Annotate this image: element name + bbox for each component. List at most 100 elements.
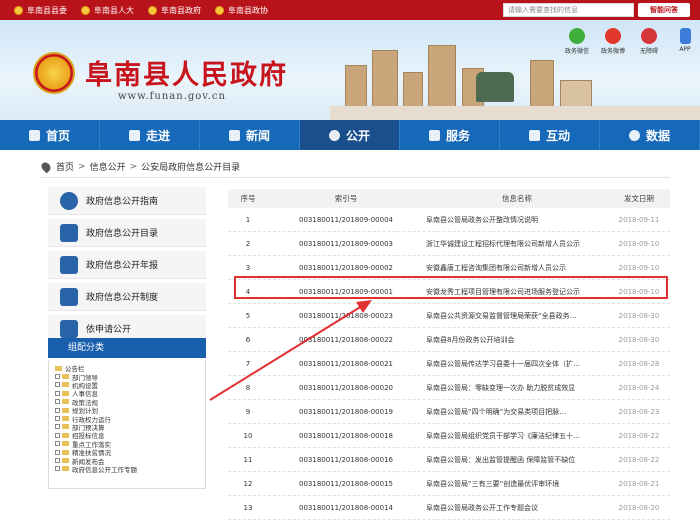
expand-icon[interactable] — [55, 407, 60, 413]
sidebar-item-regulations[interactable]: 政府信息公开制度 — [48, 283, 206, 311]
compass-icon — [60, 191, 78, 210]
search-input[interactable]: 请输入需要查找的信息 — [503, 3, 634, 17]
national-emblem-icon — [33, 52, 75, 94]
folder-icon — [62, 449, 69, 455]
table-row[interactable]: 1 003180011/201809-00004 阜南县公管局政务公开整改情况说明 2… — [228, 208, 670, 232]
accessibility-icon — [641, 28, 657, 44]
file-icon — [60, 287, 78, 306]
row-title-link[interactable]: 阜南县公管局组织党员干部学习《廉洁纪律五十… — [424, 431, 608, 441]
table-header: 序号 索引号 信息名称 发文日期 — [228, 189, 670, 208]
folder-icon — [55, 365, 62, 371]
folder-icon — [62, 432, 69, 438]
expand-icon[interactable] — [55, 449, 60, 455]
nav-home[interactable]: 首页 — [0, 120, 100, 150]
chat-icon — [528, 129, 540, 141]
site-title: 阜南县人民政府 — [85, 60, 288, 91]
breadcrumb-home[interactable]: 首页 — [56, 160, 74, 173]
table-row[interactable]: 6 003180011/201808-00022 阜南县8月份政务公开培训会 2018… — [228, 328, 670, 352]
sidebar-item-annual-report[interactable]: 政府信息公开年报 — [48, 251, 206, 279]
nav-news[interactable]: 新闻 — [200, 120, 300, 150]
info-table: 序号 索引号 信息名称 发文日期 1 003180011/201809-00004… — [228, 189, 670, 520]
folder-icon — [62, 457, 69, 463]
accessibility-link[interactable]: 无障碍 — [634, 28, 664, 55]
table-row[interactable]: 13 003180011/201808-00014 阜南县公管局政务公开工作专题会议… — [228, 496, 670, 520]
header-index: 索引号 — [334, 194, 358, 203]
nav-about[interactable]: 走进 — [100, 120, 200, 150]
expand-icon[interactable] — [55, 399, 60, 405]
folder-icon — [62, 399, 69, 405]
expand-icon[interactable] — [55, 374, 60, 380]
folder-icon — [62, 441, 69, 447]
table-row[interactable]: 12 003180011/201808-00015 阜南县公管局“三有三要”创造最优… — [228, 472, 670, 496]
expand-icon[interactable] — [55, 382, 60, 388]
county-congress-link[interactable]: 阜南县人大 — [81, 5, 134, 16]
nav-service[interactable]: 服务 — [400, 120, 500, 150]
tree-item[interactable]: 政府信息公开工作专题 — [55, 465, 205, 474]
county-government-link[interactable]: 阜南县政府 — [148, 5, 201, 16]
home-icon — [28, 129, 40, 141]
table-row[interactable]: 10 003180011/201808-00018 阜南县公管局组织党员干部学习《廉… — [228, 424, 670, 448]
row-title-link[interactable]: 阜南县公管局传达学习县委十一届四次全体（扩… — [424, 359, 608, 369]
folder-icon — [62, 407, 69, 413]
mobile-app-icon — [679, 28, 691, 44]
sidebar-item-guide[interactable]: 政府信息公开指南 — [48, 187, 206, 215]
location-pin-icon — [39, 160, 53, 173]
row-title-link[interactable]: 浙江华诚建设工程招标代理有限公司新增人员公示 — [424, 239, 608, 249]
row-title-link[interactable]: 阜南县公管局“三有三要”创造最优评审环境 — [424, 479, 608, 489]
folder-icon — [62, 382, 69, 388]
eye-icon — [328, 129, 340, 141]
expand-icon[interactable] — [55, 466, 60, 472]
emblem-icon — [81, 5, 90, 15]
expand-icon[interactable] — [55, 432, 60, 438]
row-title-link[interactable]: 阜南县公管局政务公开整改情况说明 — [424, 215, 608, 225]
expand-icon[interactable] — [55, 457, 60, 463]
layers-icon — [128, 129, 140, 141]
expand-icon[interactable] — [55, 424, 60, 430]
folder-icon — [62, 390, 69, 396]
sidebar-item-catalog[interactable]: 政府信息公开目录 — [48, 219, 206, 247]
county-cppcc-link[interactable]: 阜南县政协 — [215, 5, 268, 16]
highlight-box — [234, 276, 668, 299]
list-icon — [60, 223, 78, 242]
folder-icon — [62, 466, 69, 472]
wechat-icon — [569, 28, 585, 44]
folder-icon — [62, 416, 69, 422]
row-title-link[interactable]: 阜南县公管局：发出监管提醒函 保障监管不缺位 — [424, 455, 608, 465]
weibo-link[interactable]: 政务微博 — [598, 28, 628, 55]
expand-icon[interactable] — [55, 416, 60, 422]
table-row[interactable]: 8 003180011/201808-00020 阜南县公管局：零缺变理一次办 助力… — [228, 376, 670, 400]
divider — [40, 177, 670, 178]
row-title-link[interactable]: 阜南县公管局政务公开工作专题会议 — [424, 503, 608, 513]
row-title-link[interactable]: 阜南县公管局“四个明确”为交易类项目把脉… — [424, 407, 608, 417]
header-no: 序号 — [240, 194, 256, 203]
site-url: www.funan.gov.cn — [118, 91, 226, 102]
breadcrumb-separator: > — [78, 161, 86, 172]
row-title-link[interactable]: 阜南县8月份政务公开培训会 — [424, 335, 608, 345]
row-title-link[interactable]: 阜南县公管局：零缺变理一次办 助力脱贫成效显 — [424, 383, 608, 393]
table-row[interactable]: 2 003180011/201809-00003 浙江华诚建设工程招标代理有限公司新… — [228, 232, 670, 256]
nav-data[interactable]: 数据 — [600, 120, 700, 150]
expand-icon[interactable] — [55, 441, 60, 447]
emblem-icon — [215, 5, 224, 15]
pie-chart-icon — [628, 129, 640, 141]
header-banner: 阜南县人民政府 www.funan.gov.cn 政务微信 政务微博 无障碍 A… — [0, 20, 700, 120]
table-row[interactable]: 7 003180011/201808-00021 阜南县公管局传达学习县委十一届四次… — [228, 352, 670, 376]
nav-interaction[interactable]: 互动 — [500, 120, 600, 150]
table-row[interactable]: 9 003180011/201808-00019 阜南县公管局“四个明确”为交易类项… — [228, 400, 670, 424]
breadcrumb-separator: > — [129, 161, 138, 172]
bronze-vessel-sculpture — [476, 72, 514, 102]
app-link[interactable]: APP — [670, 28, 700, 55]
emblem-icon — [14, 5, 23, 15]
document-icon — [60, 255, 78, 274]
table-row[interactable]: 11 003180011/201808-00016 阜南县公管局：发出监管提醒函 保… — [228, 448, 670, 472]
smart-qa-button[interactable]: 智能问答 — [638, 3, 690, 17]
plaza — [330, 106, 700, 120]
county-committee-link[interactable]: 阜南县县委 — [14, 5, 67, 16]
wechat-link[interactable]: 政务微信 — [562, 28, 592, 55]
breadcrumb-info-open[interactable]: 信息公开 — [90, 160, 126, 173]
row-title-link[interactable]: 安徽鑫唐工程咨询集团有限公司新增人员公示 — [424, 263, 608, 273]
row-title-link[interactable]: 阜南县公共资源交易监督管理局荣获“全县政务… — [424, 311, 608, 321]
nav-open-info[interactable]: 公开 — [300, 120, 400, 150]
expand-icon[interactable] — [55, 390, 60, 396]
table-row[interactable]: 5 003180011/201808-00023 阜南县公共资源交易监督管理局荣获“… — [228, 304, 670, 328]
